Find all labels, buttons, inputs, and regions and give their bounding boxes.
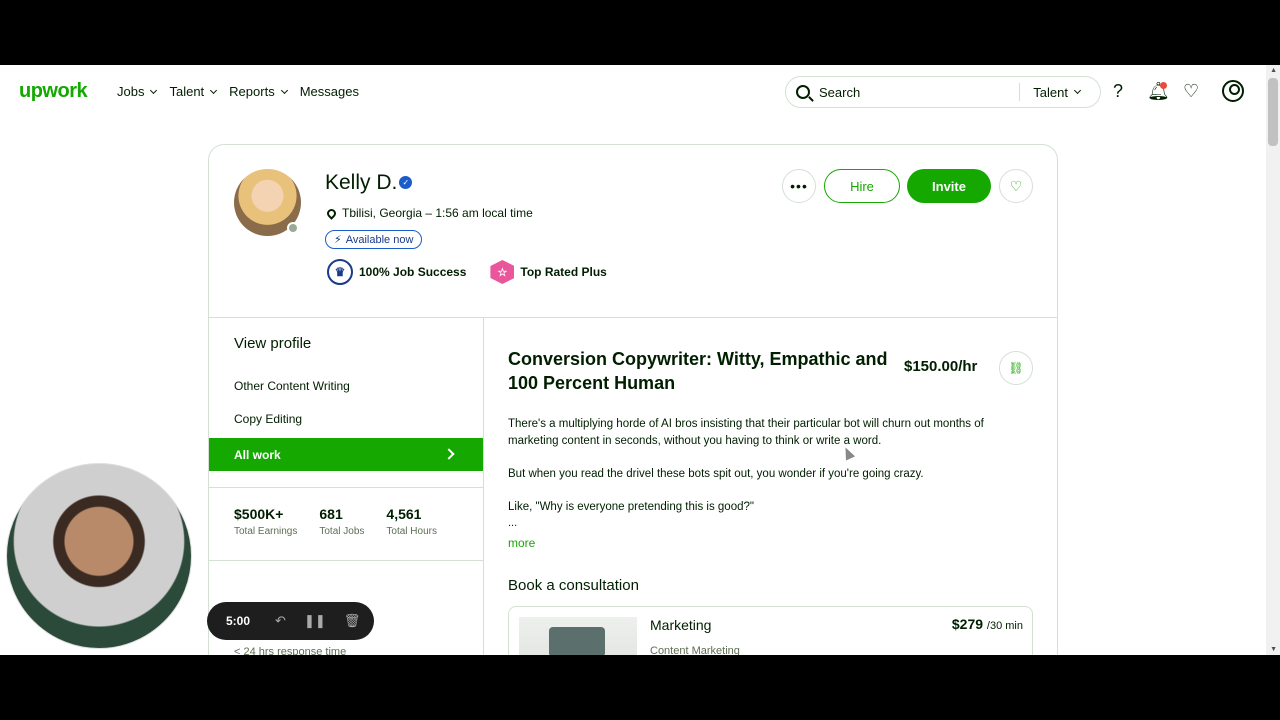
nav-messages[interactable]: Messages xyxy=(300,84,359,99)
search-bar[interactable]: Search Talent xyxy=(785,76,1101,108)
hire-button[interactable]: Hire xyxy=(824,169,900,203)
top-rated-badge: ☆ Top Rated Plus xyxy=(490,260,607,284)
chevron-down-icon xyxy=(280,86,288,94)
profile-overview: There's a multiplying horde of AI bros i… xyxy=(508,416,1028,532)
upwork-logo[interactable]: upwork xyxy=(19,80,88,103)
profile-title: Conversion Copywriter: Witty, Empathic a… xyxy=(508,349,888,393)
divider xyxy=(209,317,1057,318)
hourly-rate: $150.00/hr xyxy=(904,358,978,375)
top-navigation: upwork Jobs Talent Reports Messages Sear… xyxy=(0,65,1266,118)
view-profile-heading: View profile xyxy=(234,335,312,352)
recording-timer: 5:00 xyxy=(226,614,251,628)
notification-dot xyxy=(1160,82,1167,89)
stat-value: $500K+ xyxy=(234,506,284,522)
save-favorite-button[interactable]: ♡ xyxy=(999,169,1033,203)
divider xyxy=(209,487,483,488)
job-success-text: 100% Job Success xyxy=(359,265,467,279)
consultation-price-value: $279 xyxy=(951,616,984,632)
chevron-down-icon xyxy=(210,86,218,94)
consultation-card[interactable]: Marketing Content Marketing $279 /30 min xyxy=(508,606,1033,655)
search-scope-dropdown[interactable]: Talent xyxy=(1020,85,1100,100)
profile-badges: ♛ 100% Job Success ☆ Top Rated Plus xyxy=(327,259,607,285)
nav-jobs[interactable]: Jobs xyxy=(117,84,158,99)
stat-total-hours: 4,561 Total Hours xyxy=(386,506,437,537)
availability-text: Available now xyxy=(345,233,414,246)
chevron-down-icon xyxy=(150,86,158,94)
profile-name: Kelly D. ✓ xyxy=(325,171,413,195)
consultation-subtitle: Content Marketing xyxy=(650,645,740,655)
overview-paragraph: There's a multiplying horde of AI bros i… xyxy=(508,418,984,447)
chevron-down-icon xyxy=(1073,86,1082,95)
location-pin-icon xyxy=(325,206,338,220)
trash-icon[interactable]: 🗑︎ xyxy=(344,613,361,629)
specialization-item[interactable]: Other Content Writing xyxy=(234,379,350,412)
webcam-overlay xyxy=(6,463,192,649)
undo-icon[interactable]: ↶ xyxy=(275,613,286,629)
overview-paragraph: But when you read the drivel these bots … xyxy=(508,468,924,480)
more-link[interactable]: more xyxy=(508,536,535,550)
crown-icon: ♛ xyxy=(327,259,353,285)
nav-reports[interactable]: Reports xyxy=(229,84,288,99)
stat-total-earnings: $500K+ Total Earnings xyxy=(234,506,297,537)
consultation-title: Marketing xyxy=(650,617,712,633)
all-work-label: All work xyxy=(234,447,281,462)
profile-card: Kelly D. ✓ Tbilisi, Georgia – 1:56 am loc… xyxy=(208,144,1058,655)
divider xyxy=(209,560,483,561)
stat-total-jobs: 681 Total Jobs xyxy=(319,506,364,537)
heart-icon[interactable]: ♡ xyxy=(1183,81,1199,102)
more-options-button[interactable]: ••• xyxy=(782,169,816,203)
scrollbar-thumb[interactable] xyxy=(1268,78,1278,146)
browser-viewport: upwork Jobs Talent Reports Messages Sear… xyxy=(0,65,1280,655)
response-time: < 24 hrs response time xyxy=(234,646,347,655)
nav-reports-label: Reports xyxy=(229,84,275,99)
scroll-down-icon[interactable]: ▼ xyxy=(1270,646,1277,653)
scroll-up-icon[interactable]: ▲ xyxy=(1270,67,1277,74)
stat-label: Total Earnings xyxy=(234,526,298,537)
invite-button[interactable]: Invite xyxy=(907,169,991,203)
profile-stats: $500K+ Total Earnings 681 Total Jobs 4,561… xyxy=(234,506,459,537)
profile-location: Tbilisi, Georgia – 1:56 am local time xyxy=(325,206,533,220)
consultation-heading: Book a consultation xyxy=(508,577,639,594)
search-input[interactable]: Search xyxy=(819,85,1019,100)
chevron-right-icon xyxy=(443,448,455,460)
stat-label: Total Hours xyxy=(386,526,437,537)
divider xyxy=(483,317,484,655)
nav-jobs-label: Jobs xyxy=(117,84,145,99)
availability-badge: ⚡︎ Available now xyxy=(325,230,423,249)
nav-talent-label: Talent xyxy=(169,84,205,99)
consultation-thumbnail xyxy=(519,617,637,655)
all-work-tab[interactable]: All work xyxy=(209,438,483,471)
consultation-price-unit: /30 min xyxy=(986,620,1023,632)
user-account-icon[interactable] xyxy=(1222,80,1244,102)
link-icon: ⛓︎ xyxy=(1008,361,1024,375)
search-scope-label: Talent xyxy=(1033,84,1068,100)
recording-controls: 5:00 ↶ ❚❚ 🗑︎ xyxy=(207,602,374,640)
scrollbar[interactable]: ▲ ▼ xyxy=(1266,65,1280,655)
stat-value: 681 xyxy=(319,506,343,522)
stat-label: Total Jobs xyxy=(319,526,365,537)
nav-messages-label: Messages xyxy=(299,84,359,99)
star-icon: ☆ xyxy=(490,260,515,284)
stat-value: 4,561 xyxy=(386,506,422,522)
online-status-icon xyxy=(287,222,299,234)
help-icon[interactable]: ? xyxy=(1113,81,1123,102)
location-text: Tbilisi, Georgia – 1:56 am local time xyxy=(342,206,533,220)
copy-link-button[interactable]: ⛓︎ xyxy=(999,351,1033,385)
specialization-list: Other Content Writing Copy Editing xyxy=(234,379,350,445)
lightning-icon: ⚡︎ xyxy=(334,234,342,246)
overview-ellipsis: ... xyxy=(508,517,518,529)
overview-paragraph: Like, "Why is everyone pretending this i… xyxy=(508,501,754,513)
heart-icon: ♡ xyxy=(1009,177,1023,194)
nav-links: Jobs Talent Reports Messages xyxy=(117,84,372,99)
nav-talent[interactable]: Talent xyxy=(169,84,218,99)
pause-icon[interactable]: ❚❚ xyxy=(304,613,326,629)
verified-icon: ✓ xyxy=(399,176,413,189)
top-rated-text: Top Rated Plus xyxy=(520,265,607,279)
profile-name-text: Kelly D. xyxy=(325,171,398,194)
job-success-badge: ♛ 100% Job Success xyxy=(327,259,466,285)
consultation-price: $279 /30 min xyxy=(952,616,1023,632)
search-icon xyxy=(796,85,810,99)
